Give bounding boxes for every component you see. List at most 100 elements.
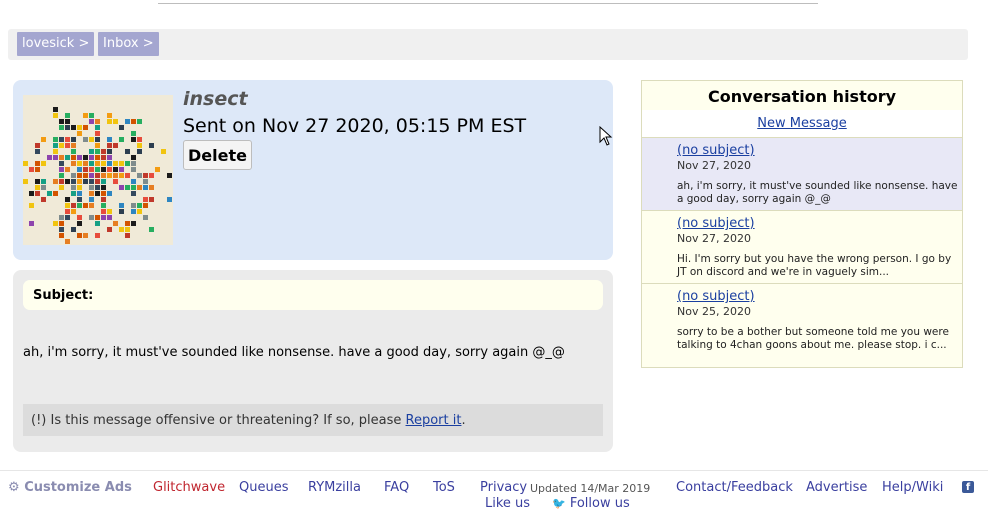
avatar-pixel xyxy=(107,173,112,178)
avatar-pixel xyxy=(65,203,70,208)
avatar-pixel xyxy=(131,203,136,208)
conversation-subject-link[interactable]: (no subject) xyxy=(677,289,755,304)
follow-us-label: Follow us xyxy=(569,496,630,511)
avatar-pixel xyxy=(143,215,148,220)
customize-ads-link[interactable]: ⚙ Customize Ads xyxy=(8,480,132,495)
avatar-pixel xyxy=(83,203,88,208)
avatar-pixel xyxy=(101,185,106,190)
avatar-pixel xyxy=(35,185,40,190)
avatar-pixel xyxy=(131,167,136,172)
avatar-pixel xyxy=(107,143,112,148)
avatar-pixel xyxy=(107,191,112,196)
footer-link-queues[interactable]: Queues xyxy=(239,480,288,495)
avatar-pixel xyxy=(59,221,64,226)
avatar-pixel xyxy=(59,155,64,160)
subject-label: Subject: xyxy=(33,288,94,303)
report-bar: (!) Is this message offensive or threate… xyxy=(23,404,603,436)
avatar-pixel xyxy=(107,215,112,220)
conversation-date: Nov 27, 2020 xyxy=(677,159,751,172)
avatar-pixel xyxy=(41,137,46,142)
avatar-pixel xyxy=(89,137,94,142)
sender-name[interactable]: insect xyxy=(183,88,248,110)
footer-link-follow-us[interactable]: 🐦 Follow us xyxy=(552,496,630,511)
avatar-pixel xyxy=(71,203,76,208)
footer-link-contact[interactable]: Contact/Feedback xyxy=(676,480,793,495)
avatar-pixel xyxy=(113,221,118,226)
avatar-pixel xyxy=(23,161,28,166)
footer-link-faq[interactable]: FAQ xyxy=(384,480,409,495)
conversation-item[interactable]: (no subject) Nov 27, 2020 ah, i'm sorry,… xyxy=(642,137,962,210)
avatar-pixel xyxy=(65,125,70,130)
facebook-icon[interactable]: f xyxy=(962,481,974,493)
avatar-pixel xyxy=(71,227,76,232)
avatar-pixel xyxy=(101,161,106,166)
report-link[interactable]: Report it xyxy=(406,413,462,428)
avatar-pixel xyxy=(71,209,76,214)
conversation-item[interactable]: (no subject) Nov 25, 2020 sorry to be a … xyxy=(642,283,962,356)
avatar-pixel xyxy=(41,185,46,190)
avatar-pixel xyxy=(89,185,94,190)
breadcrumb-inbox[interactable]: Inbox > xyxy=(98,32,159,56)
breadcrumb: lovesick > Inbox > xyxy=(8,29,968,60)
avatar-pixel xyxy=(95,161,100,166)
delete-button[interactable]: Delete xyxy=(183,140,252,170)
avatar-pixel xyxy=(137,209,142,214)
avatar-pixel xyxy=(65,209,70,214)
report-text: (!) Is this message offensive or threate… xyxy=(31,413,466,428)
avatar-pixel xyxy=(95,233,100,238)
conversation-subject-link[interactable]: (no subject) xyxy=(677,216,755,231)
footer-link-glitchwave[interactable]: Glitchwave xyxy=(153,480,225,495)
avatar-pixel xyxy=(53,137,58,142)
report-prompt: (!) Is this message offensive or threate… xyxy=(31,413,406,428)
avatar-pixel xyxy=(83,155,88,160)
avatar-pixel xyxy=(77,125,82,130)
customize-ads-label: Customize Ads xyxy=(24,480,132,495)
avatar-pixel xyxy=(137,185,142,190)
avatar-pixel xyxy=(35,143,40,148)
avatar-pixel xyxy=(29,167,34,172)
avatar-pixel xyxy=(131,191,136,196)
footer-link-privacy[interactable]: Privacy xyxy=(480,480,527,495)
avatar-pixel xyxy=(77,185,82,190)
privacy-updated-note: Updated 14/Mar 2019 xyxy=(530,482,651,495)
avatar-pixel xyxy=(65,239,70,244)
avatar-pixel xyxy=(59,125,64,130)
avatar-pixel xyxy=(83,137,88,142)
avatar-pixel xyxy=(65,179,70,184)
footer-link-like-us[interactable]: Like us xyxy=(485,496,530,511)
avatar-pixel xyxy=(89,119,94,124)
avatar-pixel xyxy=(131,137,136,142)
avatar-pixel xyxy=(95,215,100,220)
footer-link-advertise[interactable]: Advertise xyxy=(806,480,867,495)
avatar-pixel xyxy=(119,209,124,214)
avatar-pixel xyxy=(119,167,124,172)
avatar-pixel xyxy=(101,197,106,202)
avatar-pixel xyxy=(107,113,112,118)
avatar-pixel xyxy=(155,167,160,172)
avatar-pixel xyxy=(71,125,76,130)
avatar-pixel xyxy=(95,191,100,196)
conversation-subject-link[interactable]: (no subject) xyxy=(677,143,755,158)
avatar-pixel xyxy=(89,203,94,208)
avatar-pixel xyxy=(101,203,106,208)
avatar-pixel xyxy=(89,155,94,160)
footer-link-rymzilla[interactable]: RYMzilla xyxy=(308,480,361,495)
avatar-pixel xyxy=(119,185,124,190)
conversation-item[interactable]: (no subject) Nov 27, 2020 Hi. I'm sorry … xyxy=(642,210,962,283)
avatar-pixel xyxy=(53,155,58,160)
avatar-pixel xyxy=(59,137,64,142)
avatar-pixel xyxy=(59,161,64,166)
avatar-pixel xyxy=(113,161,118,166)
avatar[interactable] xyxy=(23,95,173,245)
avatar-pixel xyxy=(113,167,118,172)
message-body-panel: Subject: ah, i'm sorry, it must've sound… xyxy=(13,270,613,452)
avatar-pixel xyxy=(149,227,154,232)
footer-link-tos[interactable]: ToS xyxy=(433,480,455,495)
avatar-pixel xyxy=(125,173,130,178)
avatar-pixel xyxy=(143,197,148,202)
avatar-pixel xyxy=(83,233,88,238)
footer-link-help[interactable]: Help/Wiki xyxy=(882,480,943,495)
breadcrumb-user[interactable]: lovesick > xyxy=(17,32,95,56)
new-message-link[interactable]: New Message xyxy=(642,116,962,131)
avatar-pixel xyxy=(119,227,124,232)
